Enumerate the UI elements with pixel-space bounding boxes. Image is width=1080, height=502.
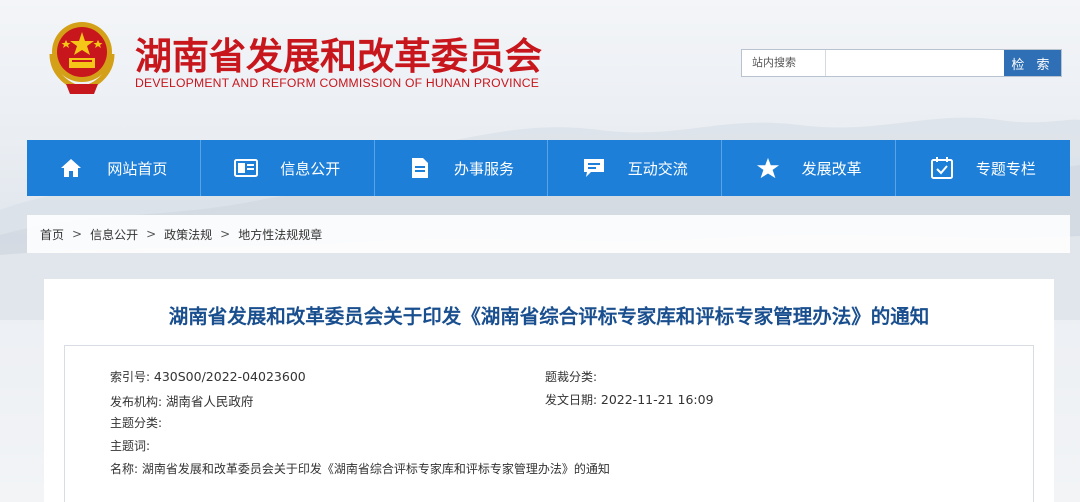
breadcrumb: 首页 > 信息公开 > 政策法规 > 地方性法规规章: [27, 215, 1070, 253]
meta-name-value: 湖南省发展和改革委员会关于印发《湖南省综合评标专家库和评标专家管理办法》的通知: [141, 462, 610, 476]
meta-keywords: 主题词:: [110, 437, 150, 454]
meta-publisher: 发布机构: 湖南省人民政府: [110, 391, 253, 410]
breadcrumb-item-policy[interactable]: 政策法规: [164, 226, 212, 243]
meta-topic: 主题分类:: [110, 414, 162, 431]
id-card-icon: [234, 156, 259, 180]
national-emblem-icon[interactable]: [42, 14, 122, 96]
nav-label: 信息公开: [280, 159, 341, 178]
star-icon: [756, 156, 780, 180]
search-button[interactable]: 检 索: [1004, 50, 1061, 76]
main-nav: 网站首页 信息公开 办事服务 互动交流 发展改革 专题专栏: [27, 140, 1070, 196]
breadcrumb-separator: >: [146, 227, 157, 241]
site-subtitle: DEVELOPMENT AND REFORM COMMISSION OF HUN…: [135, 76, 540, 90]
breadcrumb-separator: >: [72, 227, 83, 241]
nav-label: 发展改革: [801, 159, 862, 178]
home-icon: [59, 156, 83, 180]
article-title: 湖南省发展和改革委员会关于印发《湖南省综合评标专家库和评标专家管理办法》的通知: [168, 305, 930, 328]
nav-item-info[interactable]: 信息公开: [201, 140, 375, 196]
nav-item-topics[interactable]: 专题专栏: [896, 140, 1070, 196]
chat-icon: [582, 156, 606, 180]
nav-label: 专题专栏: [975, 159, 1036, 178]
meta-name-label: 名称:: [110, 462, 139, 476]
breadcrumb-item-regulations[interactable]: 地方性法规规章: [238, 226, 322, 243]
nav-item-services[interactable]: 办事服务: [375, 140, 549, 196]
meta-index-label: 索引号:: [110, 370, 151, 384]
breadcrumb-item-info[interactable]: 信息公开: [90, 226, 138, 243]
meta-topic-label: 主题分类:: [110, 416, 163, 430]
meta-publisher-label: 发布机构:: [110, 395, 163, 409]
meta-date: 发文日期: 2022-11-21 16:09: [545, 391, 714, 408]
breadcrumb-item-home[interactable]: 首页: [40, 226, 64, 243]
calendar-check-icon: [930, 156, 954, 180]
breadcrumb-separator: >: [220, 227, 231, 241]
meta-index: 索引号: 430S00/2022-04023600: [110, 368, 306, 385]
nav-label: 办事服务: [453, 159, 514, 178]
nav-label: 网站首页: [107, 159, 168, 178]
meta-name: 名称: 湖南省发展和改革委员会关于印发《湖南省综合评标专家库和评标专家管理办法》…: [110, 460, 610, 477]
article-meta-box: 索引号: 430S00/2022-04023600 题裁分类: 发布机构: 湖南…: [64, 345, 1034, 502]
article-panel: 湖南省发展和改革委员会关于印发《湖南省综合评标专家库和评标专家管理办法》的通知 …: [44, 279, 1054, 502]
nav-item-reform[interactable]: 发展改革: [722, 140, 896, 196]
nav-item-home[interactable]: 网站首页: [27, 140, 201, 196]
search-label: 站内搜索: [742, 50, 826, 76]
document-icon: [408, 156, 432, 180]
meta-date-value: 2022-11-21 16:09: [600, 392, 714, 407]
meta-genre-label: 题裁分类:: [545, 370, 598, 384]
site-title[interactable]: 湖南省发展和改革委员会: [135, 26, 542, 80]
search-box: 站内搜索 检 索: [741, 49, 1062, 77]
nav-label: 互动交流: [627, 159, 688, 178]
meta-keywords-label: 主题词:: [110, 439, 151, 453]
search-input[interactable]: [826, 50, 1004, 76]
meta-publisher-value: 湖南省人民政府: [165, 394, 254, 409]
meta-genre: 题裁分类:: [545, 368, 597, 385]
site-header: 湖南省发展和改革委员会 DEVELOPMENT AND REFORM COMMI…: [0, 0, 1080, 130]
nav-item-interaction[interactable]: 互动交流: [548, 140, 723, 196]
meta-index-value: 430S00/2022-04023600: [153, 369, 306, 384]
meta-date-label: 发文日期:: [545, 393, 598, 407]
